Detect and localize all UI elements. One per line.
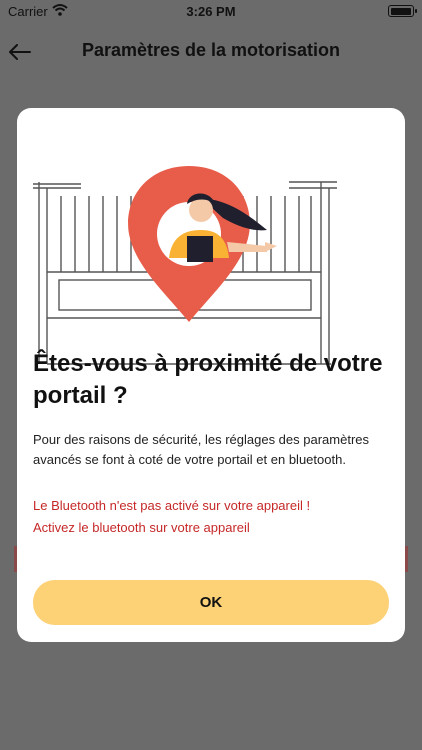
battery-icon [388,5,417,17]
ok-button[interactable]: OK [33,580,389,625]
nav-bar: Paramètres de la motorisation [0,30,422,74]
enable-bluetooth-hint: Activez le bluetooth sur votre appareil [33,520,250,535]
background-edge [405,546,408,572]
dialog-message: Pour des raisons de sécurité, les réglag… [33,432,370,467]
status-time: 3:26 PM [186,4,236,19]
status-bar: Carrier 3:26 PM [0,0,422,24]
dialog-title: Êtes-vous à proximité de votre portail ? [33,350,383,409]
bluetooth-disabled-warning: Le Bluetooth n'est pas activé sur votre … [33,498,311,513]
proximity-dialog: Êtes-vous à proximité de votre portail ?… [17,108,405,642]
page-title: Paramètres de la motorisation [81,40,341,60]
